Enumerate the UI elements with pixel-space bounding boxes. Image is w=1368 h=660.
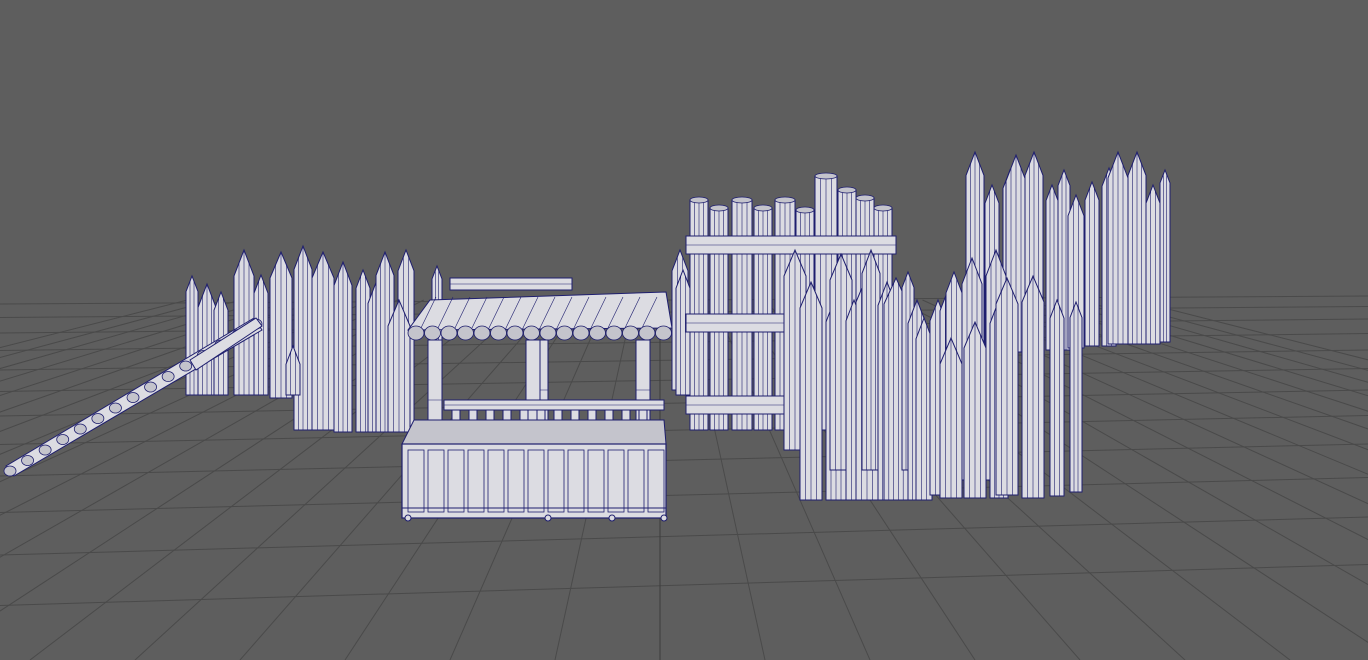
log-post (1159, 168, 1171, 343)
log-ring (179, 360, 193, 372)
log-post (1107, 150, 1129, 345)
log-post (333, 260, 353, 433)
log-cap (795, 206, 815, 214)
log-cap (731, 196, 753, 204)
log-cap (837, 186, 857, 194)
log-post (293, 244, 313, 431)
log-post (1145, 183, 1161, 345)
plank (449, 277, 573, 291)
log-post (939, 336, 963, 499)
pen-board (507, 449, 525, 513)
pen-board (527, 449, 545, 513)
log-cap (774, 196, 796, 204)
log-body (1159, 168, 1171, 343)
roof-log-end (589, 325, 606, 341)
log-cap (709, 204, 729, 212)
plank (685, 313, 787, 333)
roof-log-end (638, 325, 656, 341)
roof-log-end (523, 325, 540, 341)
log-post (1084, 180, 1100, 347)
roof-log-end (473, 325, 491, 341)
roof-log-end (424, 325, 441, 341)
pen-board (567, 449, 585, 513)
pen-board (627, 449, 645, 513)
pen-nail (544, 514, 552, 522)
log-cap (689, 196, 709, 204)
pen-board (607, 449, 625, 513)
log-ring (3, 465, 17, 477)
log-post (185, 274, 199, 396)
pen-top-rail (401, 419, 667, 445)
log-body (1084, 180, 1100, 347)
plank (685, 235, 897, 255)
log-body (1069, 300, 1083, 493)
viewport-canvas[interactable] (0, 0, 1368, 660)
log-post (995, 276, 1019, 496)
log-body (185, 274, 199, 396)
log-post (1069, 300, 1083, 493)
log-ring (21, 455, 34, 466)
pen-board (547, 449, 565, 513)
roof-log-end (572, 325, 590, 341)
log-cap (855, 194, 875, 202)
log-ring (56, 434, 70, 445)
log-post (861, 248, 881, 471)
pen-board (647, 449, 665, 513)
log-cap (753, 204, 773, 212)
log-ring (126, 392, 140, 403)
roof-log-end (440, 325, 458, 341)
pen-board (487, 449, 505, 513)
pen-board (427, 449, 445, 513)
log-post (197, 282, 217, 396)
pen-board (587, 449, 605, 513)
log-post (253, 273, 269, 396)
log-post (1021, 274, 1045, 499)
roof-log-end (539, 325, 557, 341)
log-post (1127, 150, 1147, 345)
roof-log-end (605, 325, 623, 341)
3d-viewport[interactable] (0, 0, 1368, 660)
log-ring (161, 371, 175, 382)
log-cap (873, 204, 893, 212)
log-ring (144, 381, 157, 393)
log-ring (73, 423, 87, 435)
plank (685, 395, 787, 415)
log-post (799, 280, 823, 501)
roof-log-end (506, 325, 524, 341)
pen-nail (660, 514, 668, 522)
plank (443, 399, 665, 411)
pen-board (467, 449, 485, 513)
pen-board (447, 449, 465, 513)
log-ring (109, 402, 122, 414)
log-post (1049, 298, 1065, 497)
log-body (1145, 183, 1161, 345)
roof-log-end (556, 325, 573, 341)
roof-log-end (457, 325, 474, 341)
roof-log-end (490, 325, 507, 341)
roof-log-end (407, 325, 425, 341)
log-post (963, 320, 987, 499)
roof-log-end (622, 325, 639, 341)
log-cap (814, 172, 838, 180)
log-post (387, 298, 411, 433)
log-ring (91, 413, 105, 424)
roof-log-end (655, 325, 672, 341)
pen-nail (608, 514, 616, 522)
log-body (253, 273, 269, 396)
pen-nail (404, 514, 412, 522)
pen-board (407, 449, 425, 513)
log-ring (38, 444, 52, 456)
log-body (1049, 298, 1065, 497)
roofed-pen[interactable] (401, 277, 673, 522)
log-post (311, 250, 335, 431)
